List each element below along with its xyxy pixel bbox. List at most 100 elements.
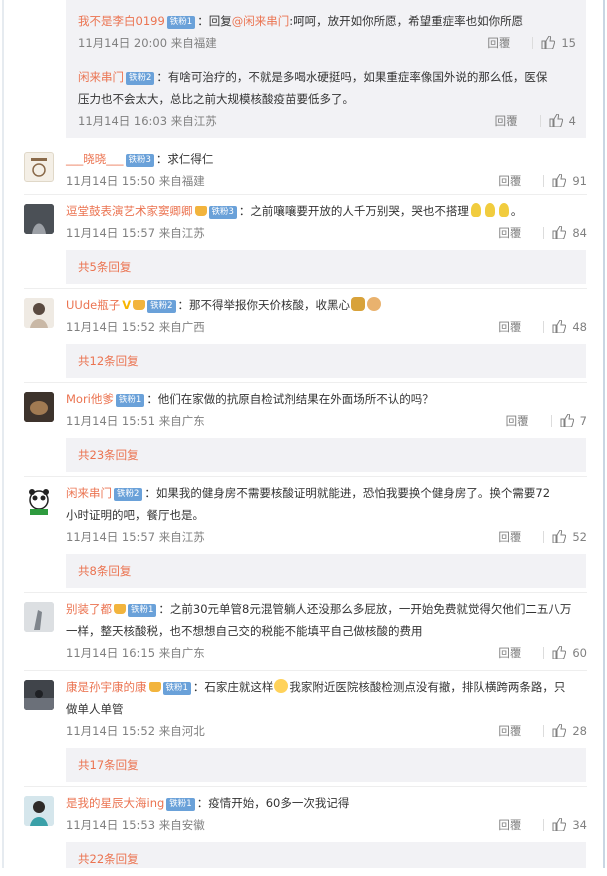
reply-thread: 我不是李白0199 铁粉1 ：回复@闲来串门:呵呵，放开如你所愿，希望重症率也如你所… — [66, 0, 586, 138]
reply-text-line2: 压力也不会太大，总比之前大规模核酸疫苗要低多了。 — [78, 92, 354, 106]
reply-button[interactable]: 回覆 — [506, 414, 529, 428]
like-count: 48 — [572, 320, 587, 334]
like-count: 34 — [572, 818, 587, 832]
divider — [543, 321, 545, 333]
timestamp: 11月14日 15:50 来自福建 — [66, 174, 205, 188]
avatar-image — [24, 204, 54, 234]
period: 。 — [510, 204, 523, 218]
fan-badge: 铁粉1 — [128, 604, 157, 617]
fan-badge: 铁粉1 — [115, 394, 145, 407]
timestamp: 11月14日 15:52 来自河北 — [66, 724, 205, 738]
avatar[interactable] — [24, 796, 54, 826]
like-count: 52 — [572, 530, 587, 544]
reply-button[interactable]: 回覆 — [495, 114, 518, 128]
reply-text: ：回复 — [197, 14, 232, 28]
avatar-image — [31, 158, 47, 177]
comment-meta: 11月14日 15:57 来自江苏 回覆 84 — [66, 222, 587, 244]
like-count: 4 — [568, 114, 576, 128]
avatar-image — [24, 796, 54, 826]
fan-badge: 铁粉1 — [162, 682, 191, 695]
vip-crown-icon — [133, 300, 146, 310]
comment-item: Mori他爹 铁粉1 ：他们在家做的抗原自检试剂结果在外面场所不认的吗？ 11月14… — [24, 388, 587, 434]
comment-username[interactable]: Mori他爹 — [66, 392, 114, 406]
divider — [24, 382, 587, 383]
reply-button[interactable]: 回覆 — [498, 174, 521, 188]
thumbs-up-icon[interactable] — [552, 530, 567, 543]
more-replies-link[interactable]: 共12条回复 — [66, 344, 586, 378]
reply-username[interactable]: 我不是李白0199 — [78, 14, 165, 28]
reply-button[interactable]: 回覆 — [487, 36, 510, 50]
divider — [532, 37, 534, 49]
avatar[interactable] — [24, 486, 54, 516]
like-count: 28 — [572, 724, 587, 738]
comment-text: ：之前30元单管8元混管躺人还没那么多屁放，一开始免费就觉得欠他们二五八万 — [158, 602, 572, 616]
reply-button[interactable]: 回覆 — [498, 724, 521, 738]
reply-button[interactable]: 回覆 — [498, 226, 521, 240]
reply-item: 闲来串门 铁粉2 ：有啥可治疗的，不就是多喝水硬挺吗，如果重症率像国外说的那么低，医… — [78, 66, 576, 88]
comment-username[interactable]: ___晓晓___ — [66, 152, 124, 166]
avatar[interactable] — [24, 204, 54, 234]
avatar-image — [24, 680, 54, 710]
reply-username[interactable]: 闲来串门 — [78, 70, 124, 84]
cat-emoji-icon — [367, 297, 382, 311]
comment-username[interactable]: 是我的星辰大海ing — [66, 796, 164, 810]
divider — [543, 819, 545, 831]
reply-text: :呵呵，放开如你所愿，希望重症率也如你所愿 — [289, 14, 524, 28]
thumbs-up-icon[interactable] — [552, 174, 567, 187]
reply-meta: 11月14日 16:03 来自江苏 回覆 4 — [78, 110, 576, 132]
thumbs-up-icon[interactable] — [552, 724, 567, 737]
thumbs-up-icon[interactable] — [552, 320, 567, 333]
timestamp: 11月14日 15:52 来自广西 — [66, 320, 205, 334]
comment-username[interactable]: 逗堂鼓表演艺术家窦卿卿 — [66, 204, 193, 218]
comment-username[interactable]: 闲来串门 — [66, 486, 112, 500]
comment-text: ：之前嚷嚷要开放的人千万别哭，哭也不搭理 — [238, 204, 469, 218]
thumbs-up-icon[interactable] — [549, 114, 563, 127]
comment-text: ：疫情开始，60多一次我记得 — [196, 796, 350, 810]
thumbs-up-icon[interactable] — [560, 414, 574, 427]
reply-button[interactable]: 回覆 — [498, 818, 521, 832]
reply-button[interactable]: 回覆 — [498, 320, 521, 334]
fan-badge: 铁粉1 — [166, 16, 196, 29]
comment-meta: 11月14日 16:15 来自广东 回覆 60 — [66, 642, 587, 664]
divider — [543, 227, 545, 239]
more-replies-link[interactable]: 共22条回复 — [66, 842, 586, 868]
reply-button[interactable]: 回覆 — [498, 646, 521, 660]
divider — [24, 592, 587, 593]
comment-item: 别装了都 铁粉1 ：之前30元单管8元混管躺人还没那么多屁放，一开始免费就觉得欠他们… — [24, 598, 587, 666]
avatar[interactable] — [24, 298, 54, 328]
thumbs-up-icon[interactable] — [552, 226, 567, 239]
more-replies-link[interactable]: 共5条回复 — [66, 250, 586, 284]
comment-item: UUde瓶子 V 铁粉2 ：那不得举报你天价核酸，收黑心 11月14日 15:52 来… — [24, 294, 587, 340]
divider — [24, 476, 587, 477]
comment-text: ：石家庄就这样 — [192, 680, 274, 694]
timestamp: 11月14日 16:03 来自江苏 — [78, 114, 217, 128]
fan-badge: 铁粉3 — [125, 154, 154, 167]
thumbs-up-icon[interactable] — [552, 818, 567, 831]
avatar[interactable] — [24, 680, 54, 710]
thumbs-up-icon[interactable] — [541, 36, 556, 49]
comment-meta: 11月14日 15:50 来自福建 回覆 91 — [66, 170, 587, 192]
comment-text: ：他们在家做的抗原自检试剂结果在外面场所不认的吗？ — [146, 392, 434, 406]
comment-username[interactable]: UUde瓶子 — [66, 298, 120, 312]
like-count: 91 — [572, 174, 587, 188]
mention-link[interactable]: @闲来串门 — [232, 14, 290, 28]
more-replies-link[interactable]: 共23条回复 — [66, 438, 586, 472]
comment-meta: 11月14日 15:53 来自安徽 回覆 34 — [66, 814, 587, 836]
reply-button[interactable]: 回覆 — [498, 530, 521, 544]
avatar[interactable] — [24, 602, 54, 632]
comment-text: ：那不得举报你天价核酸，收黑心 — [177, 298, 351, 312]
comment-text-line2: 做单人单管 — [66, 702, 124, 716]
more-replies-link[interactable]: 共8条回复 — [66, 554, 586, 588]
thumbs-up-icon[interactable] — [552, 646, 567, 659]
vip-crown-icon — [114, 604, 126, 614]
avatar[interactable] — [24, 152, 54, 182]
fan-badge: 铁粉1 — [166, 798, 195, 811]
comment-username[interactable]: 康是孙宇康的康 — [66, 680, 147, 694]
comment-meta: 11月14日 15:52 来自河北 回覆 28 — [66, 720, 587, 742]
comment-username[interactable]: 别装了都 — [66, 602, 112, 616]
comment-item: 闲来串门 铁粉2 ：如果我的健身房不需要核酸证明就能进，恐怕我要换个健身房了。换个需… — [24, 482, 587, 550]
comment-text-line2: 小时证明的吧，餐厅也是。 — [66, 508, 204, 522]
more-replies-link[interactable]: 共17条回复 — [66, 748, 586, 782]
avatar[interactable] — [24, 392, 54, 422]
vip-crown-icon — [194, 206, 207, 216]
